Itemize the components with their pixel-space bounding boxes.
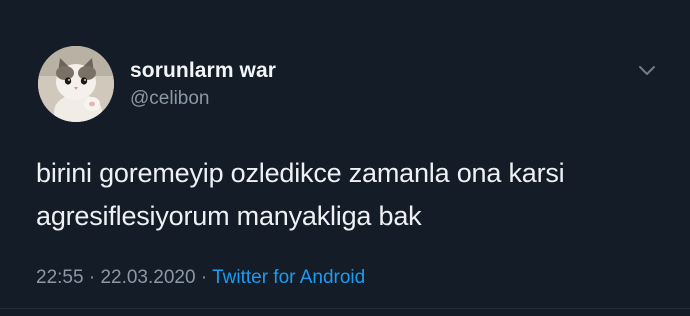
- cat-avatar-icon: [38, 46, 114, 122]
- display-name[interactable]: sorunlarm war: [130, 58, 276, 84]
- meta-separator: ·: [88, 267, 96, 288]
- tweet-text-line: agresiflesiyorum manyakliga bak: [36, 201, 422, 231]
- chevron-down-icon: [639, 66, 655, 75]
- avatar[interactable]: [38, 46, 114, 122]
- author-info: sorunlarm war @celibon: [130, 58, 276, 112]
- tweet-text: birini goremeyip ozledikce zamanla ona k…: [36, 152, 666, 238]
- tweet-time[interactable]: 22:55: [36, 267, 84, 288]
- more-options-button[interactable]: [636, 62, 658, 80]
- divider: [0, 308, 690, 309]
- tweet-card: sorunlarm war @celibon birini goremeyip …: [0, 0, 690, 316]
- tweet-meta: 22:55 · 22.03.2020 · Twitter for Android: [36, 266, 365, 290]
- tweet-date[interactable]: 22.03.2020: [100, 267, 195, 288]
- tweet-source-link[interactable]: Twitter for Android: [212, 267, 365, 288]
- meta-separator: ·: [200, 267, 208, 288]
- tweet-text-line: birini goremeyip ozledikce zamanla ona k…: [36, 158, 565, 188]
- user-handle[interactable]: @celibon: [130, 86, 276, 112]
